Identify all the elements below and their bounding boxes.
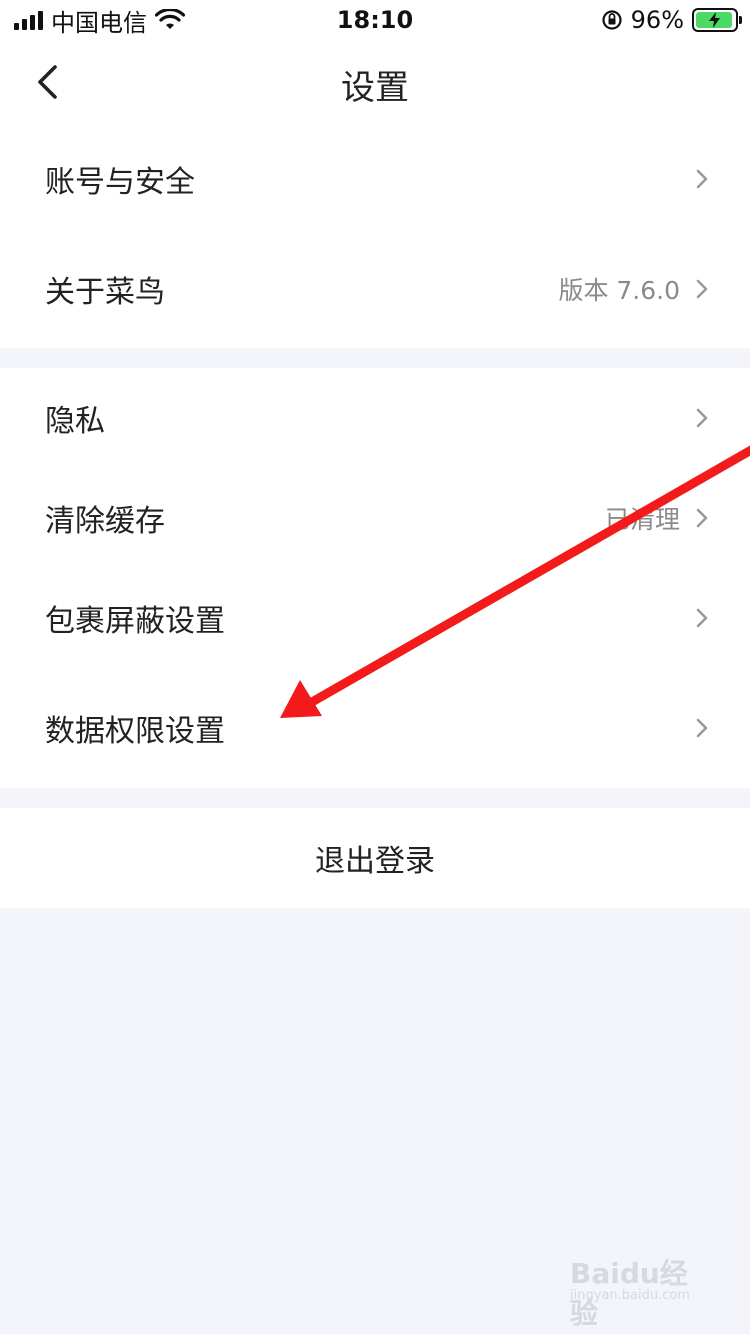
baidu-watermark: Baidu经验 jingyan.baidu.com	[570, 1252, 710, 1330]
settings-item-package-block[interactable]: 包裹屏蔽设置	[0, 568, 750, 668]
settings-item-account-security[interactable]: 账号与安全	[0, 124, 750, 234]
battery-percent: 96%	[630, 6, 684, 34]
settings-item-data-permission[interactable]: 数据权限设置	[0, 668, 750, 788]
chevron-right-icon	[696, 408, 708, 428]
settings-item-about[interactable]: 关于菜鸟 版本 7.6.0	[0, 234, 750, 344]
chevron-right-icon	[696, 608, 708, 628]
navigation-bar: 设置	[0, 40, 750, 124]
logout-label: 退出登录	[315, 844, 435, 879]
charging-bolt-icon	[709, 12, 720, 28]
cache-status-value: 已清理	[604, 505, 680, 534]
chevron-right-icon	[696, 718, 708, 738]
status-bar: 中国电信 18:10 96%	[0, 0, 750, 40]
settings-item-label: 账号与安全	[45, 165, 195, 200]
watermark-domain: jingyan.baidu.com	[570, 1288, 690, 1303]
settings-item-label: 关于菜鸟	[45, 275, 165, 310]
chevron-right-icon	[696, 169, 708, 189]
settings-item-label: 隐私	[45, 404, 105, 439]
settings-item-privacy[interactable]: 隐私	[0, 368, 750, 468]
chevron-right-icon	[696, 279, 708, 299]
orientation-lock-icon	[602, 10, 622, 30]
settings-group-general: 隐私 清除缓存 已清理 包裹屏蔽设置 数据权限设置	[0, 368, 750, 788]
settings-item-label: 数据权限设置	[45, 714, 225, 749]
settings-item-label: 清除缓存	[45, 504, 165, 539]
battery-icon	[692, 8, 742, 32]
chevron-right-icon	[696, 508, 708, 528]
logout-button[interactable]: 退出登录	[0, 808, 750, 908]
status-right: 96%	[601, 6, 742, 34]
settings-item-label: 包裹屏蔽设置	[45, 604, 225, 639]
settings-group-account: 账号与安全 关于菜鸟 版本 7.6.0	[0, 124, 750, 348]
page-title: 设置	[341, 68, 409, 108]
settings-item-clear-cache[interactable]: 清除缓存 已清理	[0, 468, 750, 568]
version-value: 版本 7.6.0	[558, 276, 680, 305]
